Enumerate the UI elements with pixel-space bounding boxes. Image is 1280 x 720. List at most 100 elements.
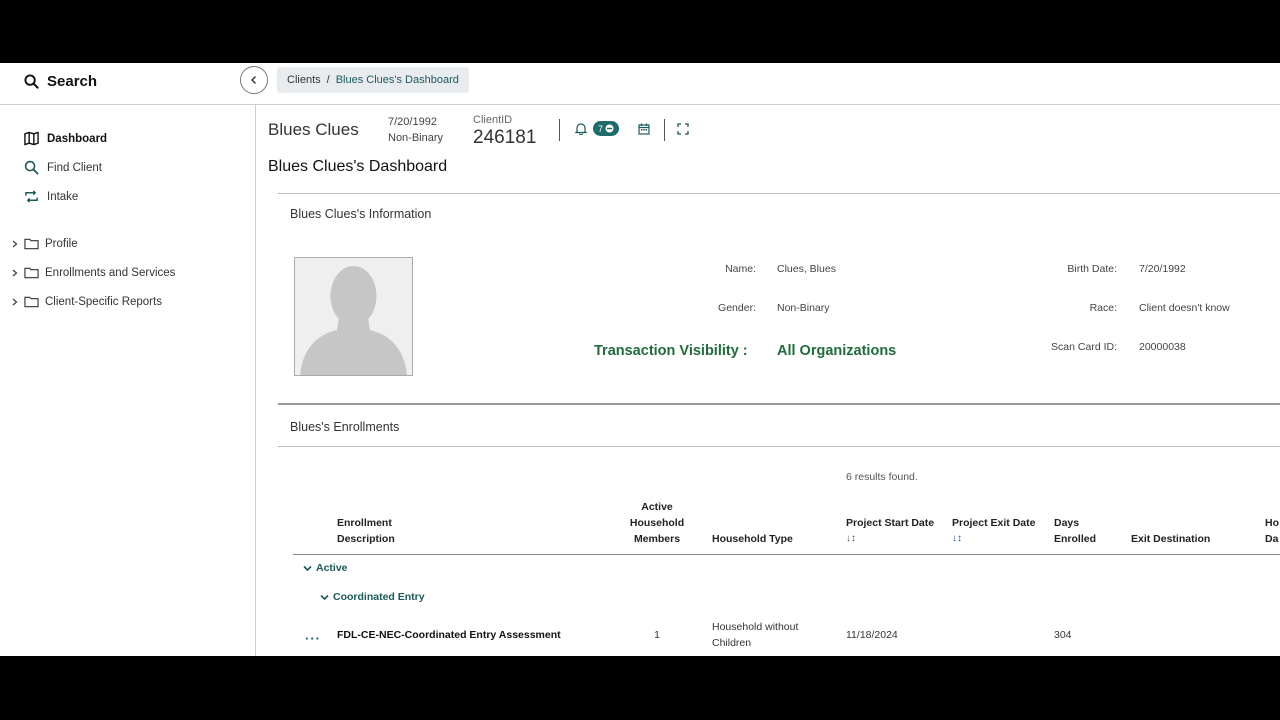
breadcrumb: Clients / Blues Clues's Dashboard (277, 67, 469, 93)
main-content: Blues Clues 7/20/1992 Non-Binary ClientI… (256, 105, 1280, 656)
header-line: Enrolled (1054, 533, 1097, 545)
folder-icon (24, 296, 39, 308)
name-label: Name: (725, 263, 756, 275)
sidebar-item-find-client[interactable]: Find Client (24, 160, 102, 175)
sidebar-tree-label: Client-Specific Reports (45, 295, 162, 308)
results-count: 6 results found. (846, 471, 918, 483)
collapse-sidebar-button[interactable] (240, 66, 268, 94)
page-title: Blues Clues's Dashboard (268, 158, 448, 175)
header-line: Members (633, 533, 681, 545)
scan-card-value: 20000038 (1139, 341, 1186, 353)
header-line: Ho (1265, 517, 1279, 529)
transaction-visibility-value: All Organizations (777, 343, 897, 359)
chevron-right-icon (12, 240, 18, 247)
header-line: Project Start Date (846, 517, 935, 529)
sidebar-item-dashboard[interactable]: Dashboard (24, 131, 107, 146)
breadcrumb-separator: / (326, 74, 330, 86)
search-button[interactable]: Search (24, 71, 97, 91)
client-gender: Non-Binary (388, 132, 444, 144)
bell-icon[interactable] (575, 122, 587, 135)
sort-active-icon[interactable]: ↓↕ (952, 531, 1035, 547)
client-dob: 7/20/1992 (388, 116, 437, 128)
calendar-icon[interactable] (638, 123, 650, 135)
divider (278, 193, 1280, 194)
breadcrumb-clients[interactable]: Clients (287, 74, 321, 86)
sort-icon[interactable]: ↓↕ (846, 531, 934, 547)
column-header-days-enrolled[interactable]: Days Enrolled (1054, 515, 1096, 547)
group-label: Coordinated Entry (333, 591, 425, 603)
client-meta: 7/20/1992 Non-Binary (388, 114, 443, 146)
column-header-household-type[interactable]: Household Type (712, 531, 793, 547)
enrollments-section-title: Blues's Enrollments (290, 420, 400, 434)
column-header-truncated[interactable]: Ho Da (1265, 515, 1279, 547)
sidebar-tree-profile[interactable]: Profile (12, 237, 78, 250)
minus-circle-icon (605, 124, 614, 133)
chevron-left-icon (251, 76, 256, 84)
sidebar: Dashboard Find Client Intake Profile Enr… (0, 105, 256, 656)
divider (278, 446, 1280, 447)
search-icon (24, 73, 39, 89)
top-bar: Search Clients / Blues Clues's Dashboard (0, 63, 1280, 105)
sidebar-item-label: Intake (47, 190, 79, 203)
person-placeholder-icon (300, 266, 407, 375)
sidebar-tree-enrollments[interactable]: Enrollments and Services (12, 266, 175, 279)
client-name: Blues Clues (268, 120, 359, 139)
gender-label: Gender: (718, 302, 756, 314)
header-line: Enrollment (337, 517, 392, 529)
app-frame: Search Clients / Blues Clues's Dashboard… (0, 63, 1280, 656)
sidebar-item-label: Dashboard (47, 132, 108, 145)
fullscreen-icon[interactable] (677, 123, 689, 135)
row-household-type: Household without Children (712, 619, 798, 651)
header-line: Description (337, 533, 395, 545)
search-label: Search (47, 72, 98, 90)
breadcrumb-current: Blues Clues's Dashboard (335, 74, 459, 86)
row-days-enrolled: 304 (1054, 629, 1072, 641)
header-line: Days (1054, 517, 1080, 529)
row-actions-icon[interactable]: ··· (305, 631, 321, 646)
cell-line: Children (712, 637, 752, 649)
chevron-down-icon (303, 565, 312, 571)
header-line: Da (1265, 533, 1279, 545)
client-id-label: ClientID (473, 114, 513, 126)
sidebar-tree-reports[interactable]: Client-Specific Reports (12, 295, 162, 308)
sidebar-item-intake[interactable]: Intake (24, 189, 78, 204)
column-header-exit-date[interactable]: Project Exit Date ↓↕ (952, 515, 1035, 547)
chevron-right-icon (12, 269, 18, 276)
header-line: Household (629, 517, 685, 529)
scan-card-label: Scan Card ID: (1051, 341, 1117, 353)
divider (278, 403, 1280, 405)
row-start-date: 11/18/2024 (846, 629, 898, 641)
header-divider (664, 119, 665, 141)
alerts-badge[interactable]: 7 (593, 121, 619, 136)
alerts-count: 7 (597, 123, 603, 134)
table-header-divider (293, 554, 1280, 555)
folder-icon (24, 238, 39, 250)
birth-date-value: 7/20/1992 (1139, 263, 1186, 275)
column-header-members[interactable]: Active Household Members (622, 499, 692, 547)
row-members: 1 (654, 629, 660, 641)
sidebar-item-label: Find Client (47, 161, 102, 174)
column-header-start-date[interactable]: Project Start Date ↓↕ (846, 515, 934, 547)
group-coordinated-entry-toggle[interactable]: Coordinated Entry (320, 591, 425, 603)
race-value: Client doesn't know (1139, 302, 1230, 314)
search-icon (24, 160, 39, 175)
information-section-title: Blues Clues's Information (290, 207, 432, 221)
chevron-right-icon (12, 298, 18, 305)
group-label: Active (316, 562, 348, 574)
name-value: Clues, Blues (777, 263, 836, 275)
column-header-exit-destination[interactable]: Exit Destination (1131, 531, 1210, 547)
transaction-visibility-label: Transaction Visibility : (594, 343, 748, 359)
folder-icon (24, 267, 39, 279)
birth-date-label: Birth Date: (1067, 263, 1117, 275)
chevron-down-icon (320, 594, 329, 600)
header-divider (559, 119, 560, 141)
cell-line: Household without (712, 621, 799, 633)
column-header-description[interactable]: Enrollment Description (337, 515, 395, 547)
sidebar-tree-label: Enrollments and Services (45, 266, 176, 279)
group-active-toggle[interactable]: Active (303, 562, 348, 574)
gender-value: Non-Binary (777, 302, 830, 314)
client-id: 246181 (473, 127, 537, 148)
header-line: Active (641, 501, 673, 513)
map-icon (24, 131, 39, 146)
row-description[interactable]: FDL-CE-NEC-Coordinated Entry Assessment (337, 627, 561, 643)
